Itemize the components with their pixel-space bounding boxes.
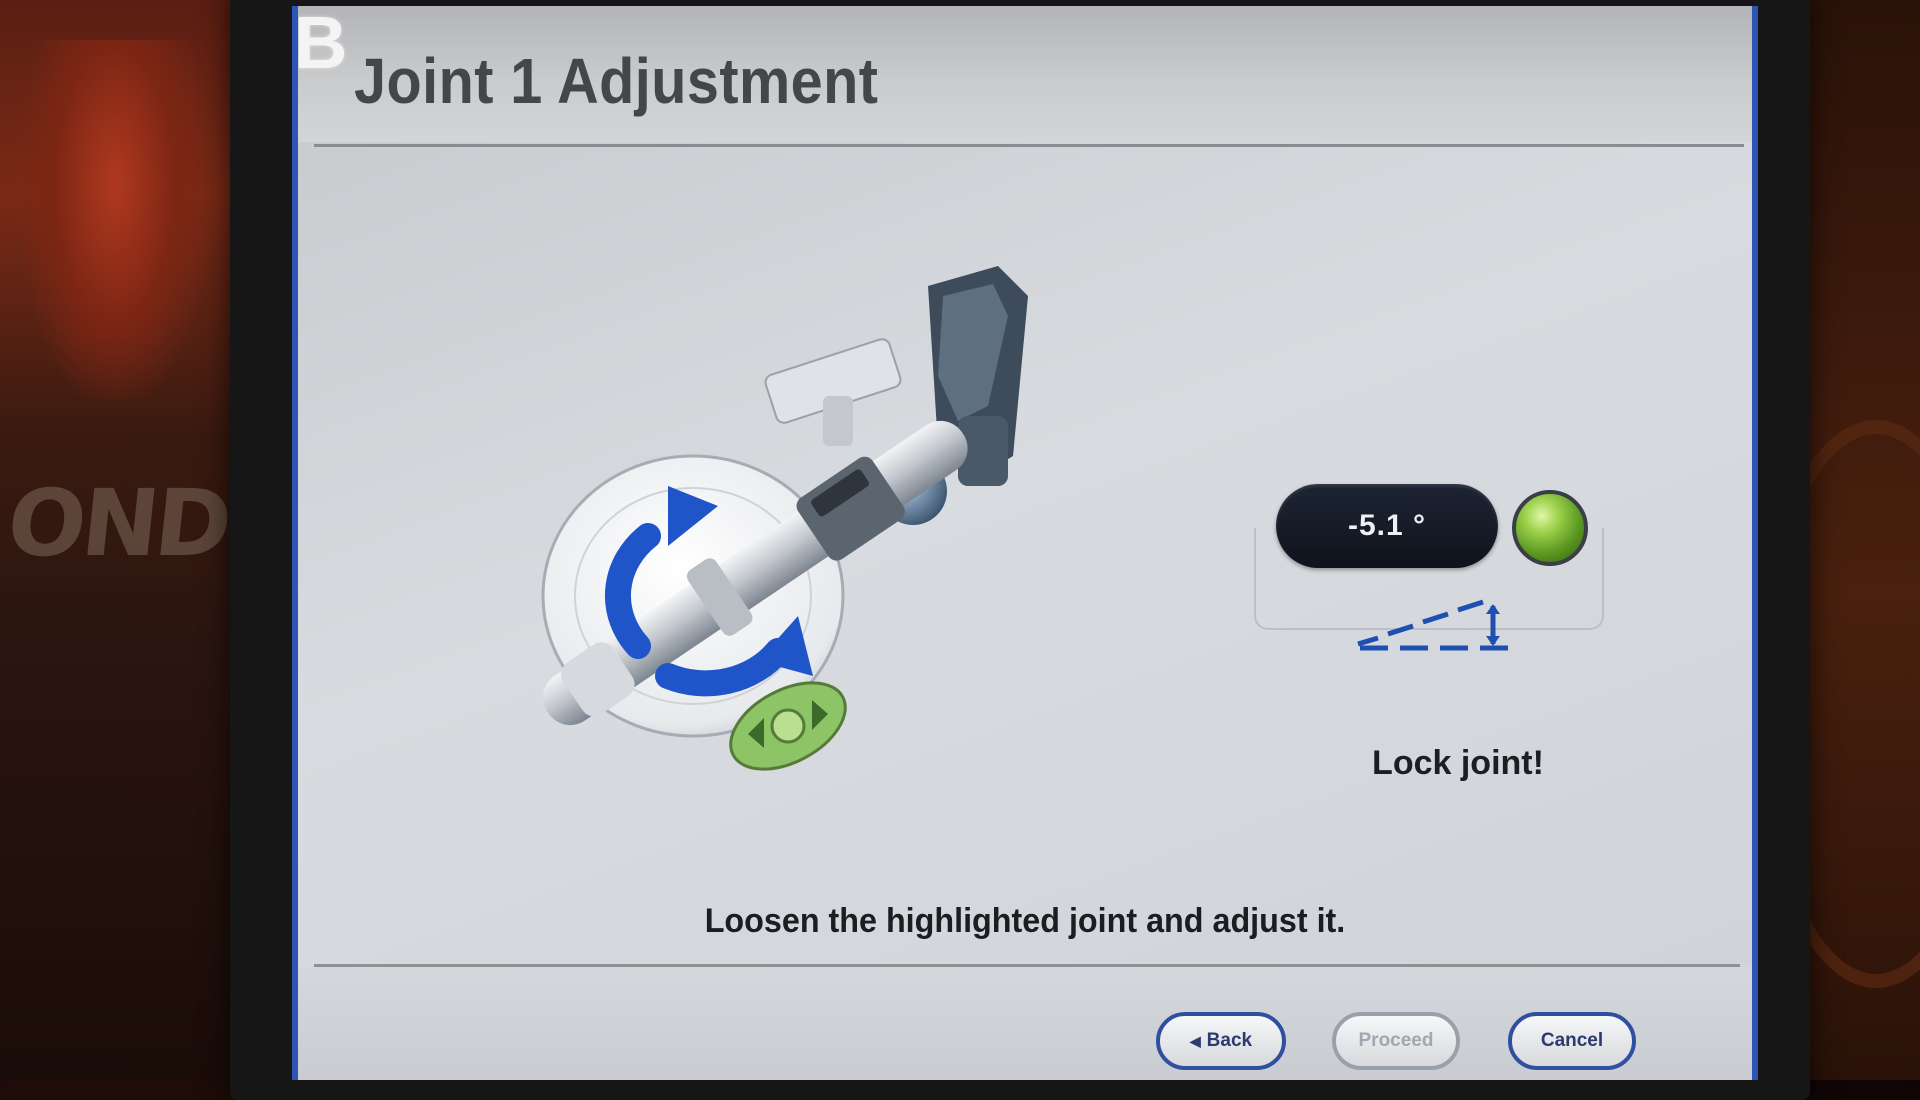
brand-badge-letter: B [294,6,348,84]
instruction-text: Loosen the highlighted joint and adjust … [704,902,1346,940]
app-screen: B Joint 1 Adjustment -5.1 ° Lock joint! … [292,6,1758,1080]
status-led-indicator [1512,490,1588,566]
proceed-button-label: Proceed [1358,1030,1434,1051]
proceed-button[interactable]: Proceed [1332,1012,1460,1070]
lock-joint-message: Lock joint! [1372,744,1544,782]
joint-arm-illustration [541,266,1028,771]
header-divider [314,144,1744,147]
back-arrow-icon: ◀ [1189,1032,1201,1049]
angle-readout: -5.1 ° [1276,484,1498,568]
back-button-label: Back [1206,1030,1253,1051]
cancel-button-label: Cancel [1540,1030,1604,1051]
cancel-button[interactable]: Cancel [1508,1012,1636,1070]
locking-knob [764,338,902,446]
title-bar: B Joint 1 Adjustment [298,6,1752,142]
page-title: Joint 1 Adjustment [354,45,879,117]
background-logo-text: ONDP [2,470,297,577]
angle-wedge-icon [1357,599,1508,651]
back-button[interactable]: ◀ Back [1156,1012,1286,1070]
